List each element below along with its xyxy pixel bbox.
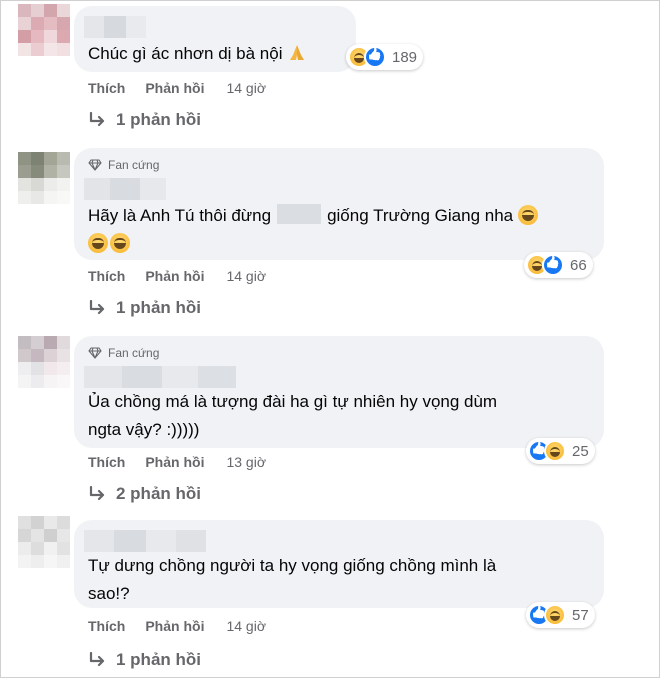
reply-button[interactable]: Phản hồi: [145, 618, 204, 634]
reply-arrow-icon: [89, 300, 105, 315]
badge-label: Fan cứng: [108, 346, 160, 360]
reply-arrow-icon: [89, 652, 105, 667]
comment-bubble: Tự dưng chồng người ta hy vọng giống chồ…: [74, 520, 604, 608]
replies-label: 2 phản hồi: [116, 484, 201, 503]
reaction-summary[interactable]: 57: [526, 602, 595, 628]
folded-hands-icon: [290, 45, 305, 60]
timestamp[interactable]: 13 giờ: [226, 454, 266, 470]
reply-arrow-icon: [89, 486, 105, 501]
like-button[interactable]: Thích: [88, 618, 125, 634]
comment-4: Tự dưng chồng người ta hy vọng giống chồ…: [0, 516, 660, 678]
comment-text: Hãy là Anh Tú thôi đừng giống Trường Gian…: [88, 202, 598, 258]
diamond-icon: [88, 159, 102, 171]
comment-actions: Thích Phản hồi 13 giờ: [88, 454, 266, 470]
reaction-count: 189: [392, 48, 418, 66]
haha-icon: [544, 440, 566, 462]
badge-label: Fan cứng: [108, 158, 160, 172]
comment-bubble: Chúc gì ác nhơn dị bà nội: [74, 6, 356, 72]
reaction-summary[interactable]: 66: [524, 252, 593, 278]
comment-bubble: Fan cứng Ủa chồng má là tượng đài ha gì …: [74, 336, 604, 448]
timestamp[interactable]: 14 giờ: [226, 618, 266, 634]
comment-actions: Thích Phản hồi 14 giờ: [88, 80, 266, 96]
reply-button[interactable]: Phản hồi: [145, 454, 204, 470]
like-button[interactable]: Thích: [88, 268, 125, 284]
comment-actions: Thích Phản hồi 14 giờ: [88, 618, 266, 634]
reply-arrow-icon: [89, 112, 105, 127]
avatar[interactable]: [18, 516, 70, 568]
comment-text: Chúc gì ác nhơn dị bà nội: [88, 40, 307, 68]
like-icon: [542, 254, 564, 276]
comment-3: Fan cứng Ủa chồng má là tượng đài ha gì …: [0, 336, 660, 516]
redacted-name: [277, 204, 322, 224]
view-replies-link[interactable]: 1 phản hồi: [88, 650, 201, 670]
avatar[interactable]: [18, 336, 70, 388]
avatar[interactable]: [18, 4, 70, 56]
reply-button[interactable]: Phản hồi: [145, 80, 204, 96]
avatar[interactable]: [18, 152, 70, 204]
reaction-count: 25: [572, 442, 589, 460]
view-replies-link[interactable]: 1 phản hồi: [88, 298, 201, 318]
timestamp[interactable]: 14 giờ: [226, 80, 266, 96]
comment-text: Tự dưng chồng người ta hy vọng giống chồ…: [88, 556, 497, 603]
author-name-blurred[interactable]: [84, 178, 166, 200]
laughing-emoji-icon: [110, 233, 130, 253]
timestamp[interactable]: 14 giờ: [226, 268, 266, 284]
view-replies-link[interactable]: 1 phản hồi: [88, 110, 201, 130]
reaction-count: 57: [572, 606, 589, 624]
reply-button[interactable]: Phản hồi: [145, 268, 204, 284]
comment-bubble: Fan cứng Hãy là Anh Tú thôi đừng giống Tr…: [74, 148, 604, 260]
like-button[interactable]: Thích: [88, 454, 125, 470]
comment-actions: Thích Phản hồi 14 giờ: [88, 268, 266, 284]
replies-label: 1 phản hồi: [116, 650, 201, 669]
diamond-icon: [88, 347, 102, 359]
comment-text: Ủa chồng má là tượng đài ha gì tự nhiên …: [88, 392, 498, 439]
like-button[interactable]: Thích: [88, 80, 125, 96]
reaction-count: 66: [570, 256, 587, 274]
laughing-emoji-icon: [517, 205, 538, 225]
replies-label: 1 phản hồi: [116, 298, 201, 317]
view-replies-link[interactable]: 2 phản hồi: [88, 484, 201, 504]
reaction-summary[interactable]: 189: [346, 44, 424, 70]
like-icon: [364, 46, 386, 68]
comment-1: Chúc gì ác nhơn dị bà nội 189 Thích Phản…: [0, 0, 660, 140]
haha-icon: [544, 604, 566, 626]
laughing-emoji-icon: [88, 233, 108, 253]
comment-2: Fan cứng Hãy là Anh Tú thôi đừng giống Tr…: [0, 148, 660, 328]
author-name-blurred[interactable]: [84, 530, 206, 552]
replies-label: 1 phản hồi: [116, 110, 201, 129]
author-name-blurred[interactable]: [84, 16, 146, 38]
fan-badge: Fan cứng: [88, 158, 159, 172]
fan-badge: Fan cứng: [88, 346, 159, 360]
reaction-summary[interactable]: 25: [526, 438, 595, 464]
author-name-blurred[interactable]: [84, 366, 236, 388]
